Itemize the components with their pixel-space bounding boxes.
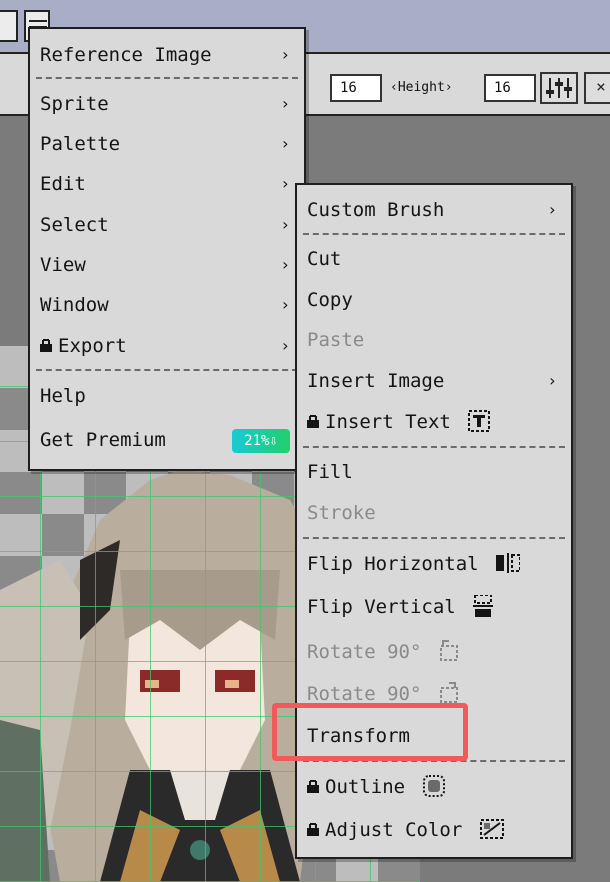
lock-icon <box>307 779 319 793</box>
top-left-button[interactable] <box>0 10 18 42</box>
rotate-cw-icon <box>439 681 458 703</box>
menu-item-window[interactable]: Window › <box>30 287 304 323</box>
menu-item-label: Outline <box>325 776 406 798</box>
chevron-right-icon: › <box>280 174 290 193</box>
menu-item-label: Fill <box>307 461 353 483</box>
flip-horizontal-icon <box>496 552 521 573</box>
chevron-right-icon: › <box>280 255 290 274</box>
menu-item-label: Insert Text <box>325 411 451 433</box>
menu-item-label: Custom Brush <box>307 199 445 221</box>
menu-item-label: Reference Image <box>40 44 212 66</box>
chevron-right-icon: › <box>547 200 557 219</box>
menu-item-outline[interactable]: Outline <box>297 769 571 805</box>
chevron-right-icon: › <box>280 336 290 355</box>
menu-item-label: Insert Image <box>307 370 445 392</box>
menu-item-label: Flip Horizontal <box>307 553 479 575</box>
menu-item-paste: Paste <box>297 322 571 358</box>
main-menu: Reference Image › Sprite › Palette › Edi… <box>28 27 306 471</box>
menu-item-insert-image[interactable]: Insert Image › <box>297 363 571 399</box>
chevron-right-icon: › <box>280 215 290 234</box>
menu-item-adjust-color[interactable]: Adjust Color <box>297 812 571 848</box>
menu-item-label: Select <box>40 214 109 236</box>
lock-icon <box>307 414 319 428</box>
menu-item-label: Cut <box>307 248 342 270</box>
menu-divider <box>36 369 298 371</box>
menu-item-flip-horizontal[interactable]: Flip Horizontal <box>297 546 571 582</box>
menu-item-label: Palette <box>40 133 121 155</box>
height-input[interactable]: 16 <box>484 74 536 102</box>
chevron-right-icon: › <box>547 371 557 390</box>
menu-item-label: Edit <box>40 173 86 195</box>
menu-item-fill[interactable]: Fill <box>297 454 571 490</box>
menu-item-cut[interactable]: Cut <box>297 241 571 277</box>
discount-badge: 21%⇩ <box>232 429 290 453</box>
menu-item-copy[interactable]: Copy <box>297 282 571 318</box>
menu-item-palette[interactable]: Palette › <box>30 126 304 162</box>
menu-item-label: Paste <box>307 329 365 351</box>
menu-item-label: Sprite <box>40 93 109 115</box>
menu-divider <box>303 233 565 235</box>
flip-vertical-icon <box>473 594 494 617</box>
menu-item-view[interactable]: View › <box>30 247 304 283</box>
menu-item-label: Window <box>40 294 109 316</box>
text-tool-icon <box>468 409 491 432</box>
transform-highlight-box <box>272 703 468 761</box>
menu-item-label: Adjust Color <box>325 819 463 841</box>
menu-item-select[interactable]: Select › <box>30 207 304 243</box>
chevron-right-icon: › <box>280 45 290 64</box>
menu-item-label: Rotate 90° <box>307 683 422 705</box>
width-input[interactable]: 16 <box>330 74 382 102</box>
menu-item-label: Copy <box>307 289 353 311</box>
menu-item-label: Get Premium <box>40 429 166 451</box>
menu-item-label: View <box>40 254 86 276</box>
adjust-color-icon <box>479 818 504 839</box>
chevron-right-icon: › <box>280 295 290 314</box>
rotate-ccw-icon <box>439 639 458 661</box>
menu-item-label: Rotate 90° <box>307 641 422 663</box>
menu-item-flip-vertical[interactable]: Flip Vertical <box>297 589 571 625</box>
menu-item-rotate-ccw: Rotate 90° <box>297 634 571 670</box>
menu-item-edit[interactable]: Edit › <box>30 166 304 202</box>
chevron-right-icon: › <box>280 94 290 113</box>
menu-divider <box>36 77 298 79</box>
menu-divider <box>303 446 565 448</box>
close-button[interactable]: × <box>584 72 610 104</box>
sliders-icon <box>546 78 572 98</box>
menu-item-label: Stroke <box>307 502 376 524</box>
menu-item-custom-brush[interactable]: Custom Brush › <box>297 192 571 228</box>
menu-item-sprite[interactable]: Sprite › <box>30 86 304 122</box>
menu-item-get-premium[interactable]: Get Premium 21%⇩ <box>30 422 304 458</box>
menu-item-label: Flip Vertical <box>307 596 456 618</box>
menu-divider <box>303 537 565 539</box>
lock-icon <box>40 338 52 352</box>
outline-icon <box>422 774 445 797</box>
menu-item-label: Help <box>40 385 86 407</box>
menu-item-export[interactable]: Export › <box>30 328 304 364</box>
menu-item-help[interactable]: Help <box>30 378 304 414</box>
menu-item-reference-image[interactable]: Reference Image › <box>30 37 304 73</box>
menu-item-label: Export <box>58 335 127 357</box>
lock-icon <box>307 822 319 836</box>
height-label: ‹Height› <box>390 80 453 95</box>
sliders-button[interactable] <box>540 72 578 104</box>
menu-item-stroke: Stroke <box>297 495 571 531</box>
chevron-right-icon: › <box>280 134 290 153</box>
menu-item-insert-text[interactable]: Insert Text <box>297 404 571 440</box>
